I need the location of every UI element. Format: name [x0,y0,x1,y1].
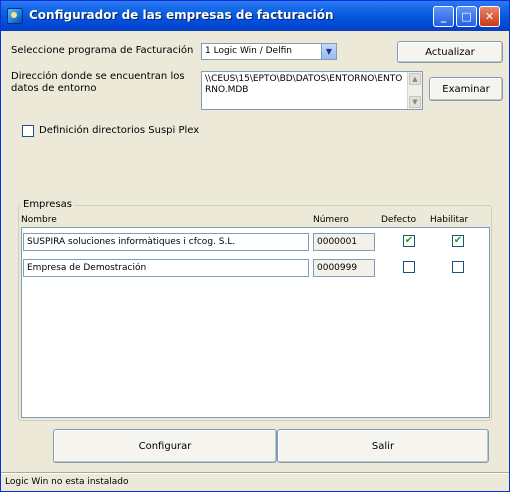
configure-button[interactable]: Configurar [53,429,277,463]
company-number-field: 0000999 [313,259,375,277]
browse-button[interactable]: Examinar [429,77,503,101]
enable-checkbox[interactable]: ✔ [452,235,464,247]
program-label: Seleccione programa de Facturación [11,45,194,56]
window-title: Configurador de las empresas de facturac… [29,8,334,22]
default-checkbox[interactable] [403,261,415,273]
column-header-enable: Habilitar [430,215,469,225]
company-name-field[interactable]: Empresa de Demostración [23,259,309,277]
company-name-field[interactable]: SUSPIRA soluciones informàtiques i cfcog… [23,233,309,251]
check-icon: ✔ [404,235,414,246]
scroll-down-icon[interactable]: ▼ [409,96,421,108]
app-icon [7,8,23,24]
suspira-dir-checkbox[interactable] [22,125,34,137]
directory-label: Dirección donde se encuentran los datos … [11,71,185,94]
minimize-button[interactable]: _ [433,6,454,27]
program-select-value: 1 Logic Win / Delfin [205,46,292,56]
close-button[interactable]: ✕ [479,6,500,27]
directory-scrollbar[interactable]: ▲ ▼ [407,72,422,109]
companies-group-label: Empresas [21,199,74,211]
status-text: Logic Win no esta instalado [5,477,129,487]
suspira-dir-label: Definición directorios Suspi Plex [39,125,200,136]
program-select[interactable]: 1 Logic Win / Delfin ▼ [201,43,337,60]
enable-checkbox[interactable] [452,261,464,273]
exit-button[interactable]: Salir [277,429,489,463]
column-header-number: Número [313,215,349,225]
chevron-down-icon[interactable]: ▼ [321,44,336,59]
scroll-up-icon[interactable]: ▲ [409,73,421,85]
status-bar: Logic Win no esta instalado [1,473,509,491]
companies-list[interactable] [21,227,490,418]
default-checkbox[interactable]: ✔ [403,235,415,247]
column-header-name: Nombre [21,215,57,225]
update-button[interactable]: Actualizar [397,41,503,63]
title-bar[interactable]: Configurador de las empresas de facturac… [1,1,509,31]
directory-field[interactable]: \\CEUS\15\EPTO\BD\DATOS\ENTORNO\ENTORNO.… [201,71,423,110]
configurator-window: Configurador de las empresas de facturac… [0,0,510,492]
directory-value: \\CEUS\15\EPTO\BD\DATOS\ENTORNO\ENTORNO.… [205,74,403,95]
column-header-default: Defecto [381,215,417,225]
check-icon: ✔ [453,235,463,246]
maximize-button[interactable]: □ [456,6,477,27]
company-number-field: 0000001 [313,233,375,251]
